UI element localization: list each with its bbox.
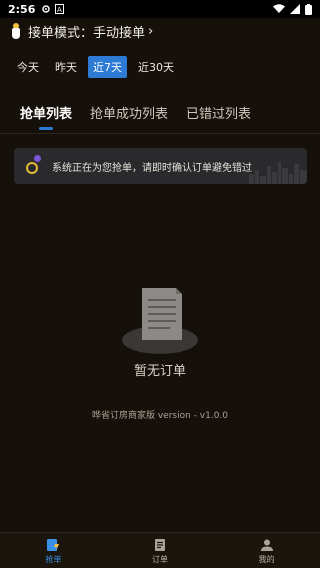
status-bar: 2:56 A	[0, 0, 320, 18]
tab-grab-success-list[interactable]: 抢单成功列表	[90, 106, 168, 124]
bottom-navigation: 抢单 订单 我的	[0, 532, 320, 568]
date-filter-today[interactable]: 今天	[12, 56, 44, 78]
tabs-divider	[0, 133, 320, 134]
nav-label-profile: 我的	[258, 555, 275, 564]
notification-icons: A	[41, 4, 65, 14]
notice-text: 系统正在为您抢单，请即时确认订单避免错过	[52, 162, 252, 174]
signal-icon	[290, 4, 300, 14]
date-filter-30days[interactable]: 近30天	[133, 56, 179, 78]
nav-label-grab: 抢单	[45, 555, 62, 564]
nav-item-orders[interactable]: 订单	[107, 533, 214, 568]
order-tabs: 抢单列表 抢单成功列表 已错过列表	[0, 106, 320, 134]
status-time: 2:56	[8, 2, 36, 16]
hand-pointer-icon	[12, 23, 20, 39]
profile-icon	[260, 539, 273, 551]
order-list-icon	[155, 539, 165, 551]
empty-document-icon	[122, 288, 198, 354]
nav-item-grab[interactable]: 抢单	[0, 533, 107, 568]
order-mode-label: 接单模式：	[28, 25, 94, 41]
grab-order-icon	[47, 539, 60, 551]
tab-grab-list[interactable]: 抢单列表	[20, 106, 72, 124]
tab-missed-list[interactable]: 已错过列表	[186, 106, 251, 124]
empty-state-text: 暂无订单	[133, 364, 186, 379]
wifi-icon	[273, 4, 285, 13]
app-notification-icon: A	[55, 4, 65, 14]
date-filter: 今天 昨天 近7天 近30天	[12, 56, 179, 78]
battery-icon	[305, 3, 312, 15]
order-mode-value: 手动接单	[93, 25, 146, 41]
notice-dot	[34, 155, 41, 162]
svg-text:A: A	[57, 6, 62, 14]
notice-ring-icon	[26, 155, 41, 174]
nav-item-profile[interactable]: 我的	[213, 533, 320, 568]
system-icons	[273, 3, 312, 15]
date-filter-7days[interactable]: 近7天	[88, 56, 127, 78]
date-filter-yesterday[interactable]: 昨天	[50, 56, 82, 78]
grabbing-notice: 系统正在为您抢单，请即时确认订单避免错过	[14, 148, 307, 184]
chevron-right-icon: ›	[148, 23, 154, 39]
settings-notification-icon	[42, 5, 51, 13]
app-version-text: 哗省订房商家版 version - v1.0.0	[91, 411, 229, 421]
order-mode-header[interactable]: 接单模式： 手动接单 ›	[0, 18, 320, 44]
nav-label-orders: 订单	[152, 555, 168, 564]
city-skyline-decoration	[249, 162, 307, 184]
